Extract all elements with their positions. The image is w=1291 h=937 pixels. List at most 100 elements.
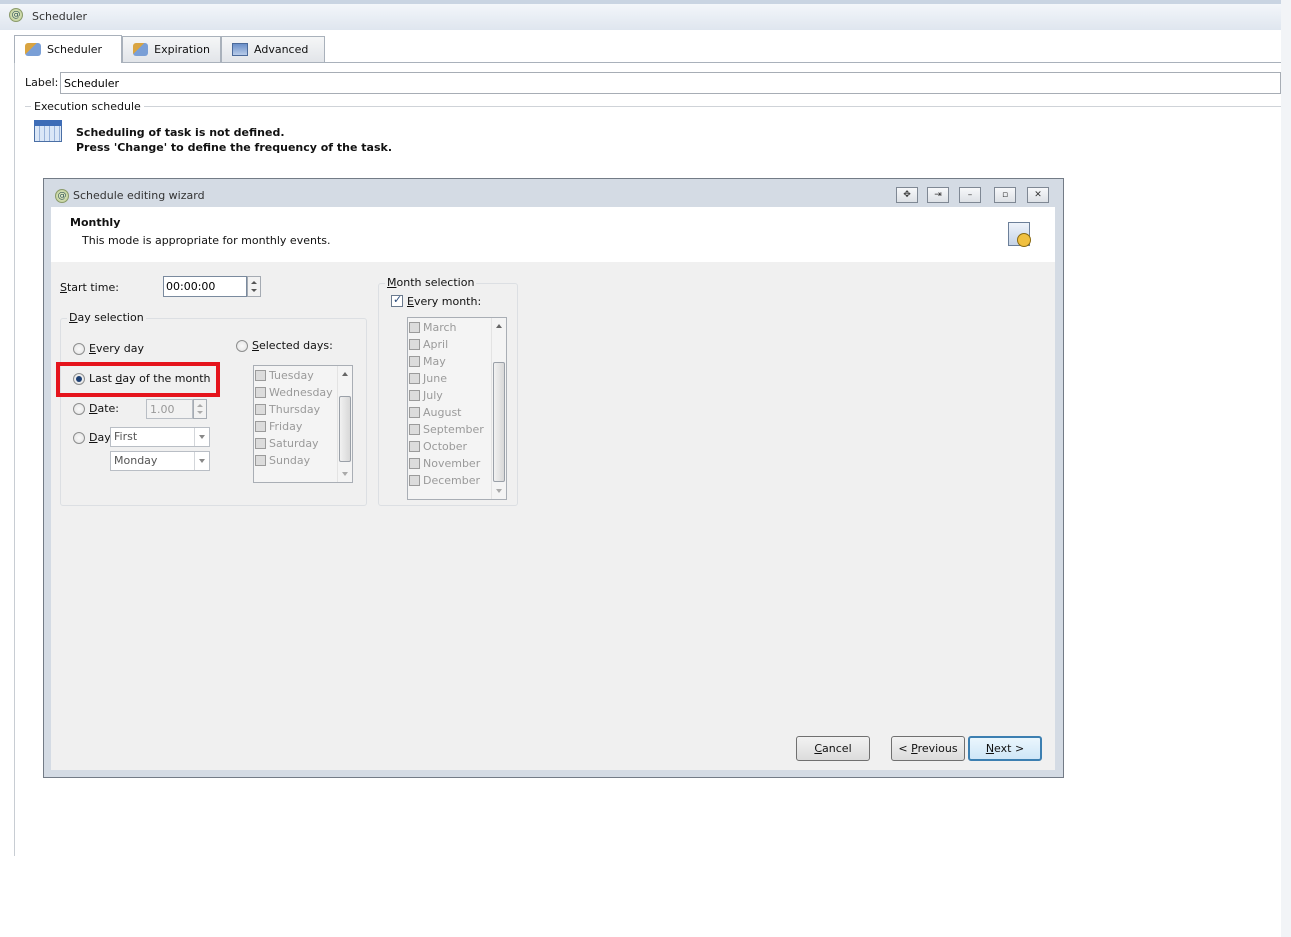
item-checkbox[interactable] [409, 339, 420, 350]
chevron-down-icon [194, 428, 209, 446]
day-ordinal-select[interactable]: First [110, 427, 210, 447]
item-label: Thursday [269, 403, 321, 416]
item-label: August [423, 406, 462, 419]
every-month-label: Every month: [407, 295, 482, 308]
selected-days-radio[interactable] [236, 340, 248, 352]
month-selection-legend: Month selection [385, 276, 477, 289]
wizard-app-icon: @ [55, 189, 69, 203]
item-checkbox[interactable] [409, 322, 420, 333]
wizard-title: Schedule editing wizard [73, 189, 205, 202]
scroll-down-icon[interactable] [492, 485, 506, 499]
tab-advanced[interactable]: Advanced [221, 36, 325, 62]
selected-days-label: Selected days: [252, 339, 333, 352]
item-label: Friday [269, 420, 303, 433]
date-label: Date: [89, 402, 120, 415]
item-label: June [423, 372, 447, 385]
item-checkbox[interactable] [409, 390, 420, 401]
scheduler-icon [25, 43, 41, 56]
item-label: October [423, 440, 468, 453]
scroll-thumb[interactable] [339, 396, 351, 462]
item-checkbox[interactable] [409, 458, 420, 469]
scroll-thumb[interactable] [493, 362, 505, 482]
tab-divider [14, 62, 1281, 63]
item-checkbox[interactable] [255, 387, 266, 398]
item-label: Tuesday [269, 369, 314, 382]
tab-label: Expiration [154, 43, 210, 56]
highlight-box [56, 362, 220, 397]
expiration-icon [133, 43, 149, 56]
calendar-clock-icon [1008, 222, 1031, 247]
tab-label: Scheduler [47, 43, 103, 56]
tab-label: Advanced [254, 43, 309, 56]
maximize-icon[interactable]: ▫ [994, 187, 1016, 203]
date-spinner[interactable] [193, 399, 207, 419]
window-title: Scheduler [32, 10, 88, 23]
label-input[interactable] [60, 72, 1281, 94]
months-scrollbar[interactable] [491, 318, 506, 499]
scroll-up-icon[interactable] [492, 318, 506, 332]
item-label: Saturday [269, 437, 319, 450]
item-checkbox[interactable] [409, 424, 420, 435]
item-label: September [423, 423, 484, 436]
restore-icon[interactable]: ⇥ [927, 187, 949, 203]
day-selection-legend: Day selection [67, 311, 146, 324]
item-checkbox[interactable] [409, 373, 420, 384]
move-icon[interactable]: ✥ [896, 187, 918, 203]
item-checkbox[interactable] [255, 370, 266, 381]
every-day-label: Every day [89, 342, 144, 355]
item-label: Wednesday [269, 386, 333, 399]
item-label: May [423, 355, 446, 368]
scroll-down-icon[interactable] [338, 468, 352, 482]
days-scrollbar[interactable] [337, 366, 352, 482]
date-radio[interactable] [73, 403, 85, 415]
item-checkbox[interactable] [255, 421, 266, 432]
item-checkbox[interactable] [409, 356, 420, 367]
minimize-icon[interactable]: – [959, 187, 981, 203]
months-listbox[interactable]: March April May June July August September Octo… [407, 317, 507, 500]
calendar-icon [34, 120, 62, 142]
day-radio[interactable] [73, 432, 85, 444]
mode-title: Monthly [70, 216, 121, 229]
scroll-up-icon[interactable] [338, 366, 352, 380]
advanced-icon [232, 43, 248, 56]
mode-description: This mode is appropriate for monthly eve… [82, 234, 331, 247]
chevron-down-icon [194, 452, 209, 470]
day-ordinal-value: First [114, 430, 138, 443]
item-checkbox[interactable] [409, 441, 420, 452]
bottom-area [0, 856, 1281, 937]
days-listbox[interactable]: Tuesday Wednesday Thursday Friday Saturday Su… [253, 365, 353, 483]
weekday-value: Monday [114, 454, 158, 467]
right-strip [1281, 0, 1291, 937]
item-checkbox[interactable] [255, 438, 266, 449]
schedule-message: Scheduling of task is not defined. Press… [76, 125, 392, 155]
day-label: Day [89, 431, 111, 444]
item-label: November [423, 457, 481, 470]
item-label: April [423, 338, 449, 351]
start-time-spinner[interactable] [247, 276, 261, 297]
next-button[interactable]: Next > [968, 736, 1042, 761]
previous-button[interactable]: < Previous [891, 736, 965, 761]
item-checkbox[interactable] [255, 455, 266, 466]
start-time-input[interactable] [163, 276, 247, 297]
cancel-button[interactable]: Cancel [796, 736, 870, 761]
item-checkbox[interactable] [255, 404, 266, 415]
every-month-checkbox[interactable] [391, 293, 403, 307]
item-label: Sunday [269, 454, 311, 467]
weekday-select[interactable]: Monday [110, 451, 210, 471]
every-day-radio[interactable] [73, 343, 85, 355]
tab-expiration[interactable]: Expiration [122, 36, 221, 62]
item-checkbox[interactable] [409, 475, 420, 486]
item-checkbox[interactable] [409, 407, 420, 418]
window-titlebar: @ Scheduler [0, 0, 1281, 30]
execution-schedule-legend: Execution schedule [31, 100, 144, 113]
item-label: July [423, 389, 443, 402]
tab-scheduler[interactable]: Scheduler [14, 35, 122, 63]
schedule-message-line1: Scheduling of task is not defined. [76, 126, 285, 139]
app-icon: @ [9, 8, 23, 22]
label-caption: Label: [25, 76, 59, 89]
start-time-label: Start time: [60, 281, 119, 294]
close-icon[interactable]: ✕ [1027, 187, 1049, 203]
item-label: December [423, 474, 481, 487]
date-input[interactable] [146, 399, 193, 419]
item-label: March [423, 321, 457, 334]
